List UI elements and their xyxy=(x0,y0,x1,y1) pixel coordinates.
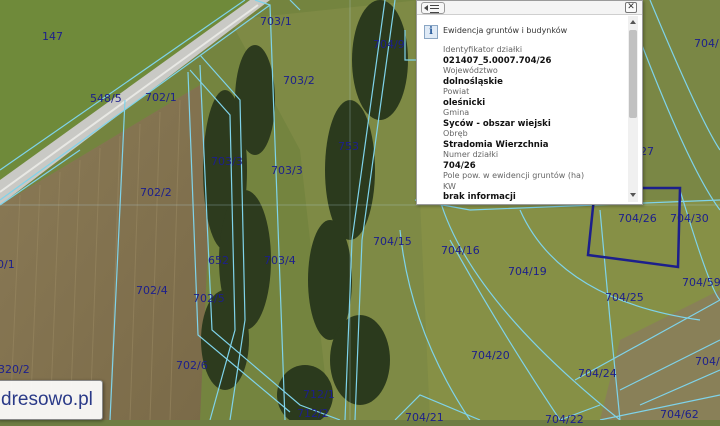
parcel-label-edge-0-1: 0/1 xyxy=(0,258,15,271)
field-value: dolnośląskie xyxy=(443,76,503,87)
field-value: Syców - obszar wiejski xyxy=(443,118,551,129)
parcel-label-753: 753 xyxy=(338,140,359,153)
parcel-label-702-6: 702/6 xyxy=(176,359,208,372)
field-label: Gmina xyxy=(443,108,470,117)
parcel-label-703-1: 703/1 xyxy=(260,15,292,28)
parcel-label-702-5: 702/5 xyxy=(193,292,225,305)
popup-scrollbar[interactable] xyxy=(628,16,638,202)
parcel-label-704-26: 704/26 xyxy=(618,212,657,225)
field-label: Identyfikator działki xyxy=(443,45,523,54)
parcel-label-703-2: 703/2 xyxy=(283,74,315,87)
field-label: Powiat xyxy=(443,87,470,96)
field-label: Pole pow. w ewidencji gruntów (ha) xyxy=(443,171,585,180)
parcel-label-edge-20-2: 320/2 xyxy=(0,363,30,376)
parcel-label-703-3-left: 703/3 xyxy=(211,155,243,168)
popup-toolbar: ✕ xyxy=(417,1,642,15)
parcel-label-704-24: 704/24 xyxy=(578,367,617,380)
info-icon: i xyxy=(424,25,438,39)
field-value: brak informacji xyxy=(443,192,516,202)
parcel-label-702-1: 702/1 xyxy=(145,91,177,104)
parcel-label-702-4: 702/4 xyxy=(136,284,168,297)
scroll-thumb[interactable] xyxy=(629,30,637,118)
parcel-label-704-20: 704/20 xyxy=(471,349,510,362)
back-arrow-icon xyxy=(424,5,428,11)
parcel-label-652: 652 xyxy=(208,254,229,267)
parcel-label-703-4: 703/4 xyxy=(264,254,296,267)
parcel-label-edge-704-b: 704/ xyxy=(695,355,720,368)
popup-menu-button[interactable] xyxy=(421,2,445,14)
parcel-label-147: 147 xyxy=(42,30,63,43)
parcel-label-548-5: 548/5 xyxy=(90,92,122,105)
popup-body: Identyfikator działki 021407_5.0007.704/2… xyxy=(443,45,628,203)
parcel-info-popup: ✕ i Ewidencja gruntów i budynków Identyf… xyxy=(416,0,643,205)
close-icon[interactable]: ✕ xyxy=(625,2,637,13)
parcel-label-704-30: 704/30 xyxy=(670,212,709,225)
field-label: Grupa rejestrowa xyxy=(443,203,628,204)
parcel-label-704-59: 704/59 xyxy=(682,276,720,289)
parcel-label-704-16: 704/16 xyxy=(441,244,480,257)
parcel-label-704-9: 704/9 xyxy=(373,38,405,51)
scroll-down-arrow-icon[interactable] xyxy=(630,193,636,197)
parcel-label-702-2: 702/2 xyxy=(140,186,172,199)
field-label: Numer działki xyxy=(443,150,499,159)
list-icon xyxy=(430,5,439,13)
parcel-label-704-19: 704/19 xyxy=(508,265,547,278)
meadow-northeast xyxy=(640,0,720,200)
parcel-label-712-1: 712/1 xyxy=(303,388,335,401)
parcel-label-704-15: 704/15 xyxy=(373,235,412,248)
parcel-label-edge-704: 704/ xyxy=(694,37,719,50)
parcel-label-704-62: 704/62 xyxy=(660,408,699,421)
field-label: Obręb xyxy=(443,129,468,138)
field-value: 704/26 xyxy=(443,160,476,171)
parcel-label-704-25: 704/25 xyxy=(605,291,644,304)
field-label: KW xyxy=(443,181,456,191)
popup-title: Ewidencja gruntów i budynków xyxy=(443,26,568,35)
field-value: oleśnicki xyxy=(443,97,486,108)
parcel-label-703-3: 703/3 xyxy=(271,164,303,177)
field-value: 021407_5.0007.704/26 xyxy=(443,55,552,66)
parcel-label-712-2: 712/2 xyxy=(297,407,329,420)
watermark-logo: dresowo.pl xyxy=(0,380,103,420)
parcel-label-704-21: 704/21 xyxy=(405,411,444,424)
field-value: Stradomia Wierzchnia xyxy=(443,139,549,150)
field-label: Województwo xyxy=(443,66,498,75)
scroll-up-arrow-icon[interactable] xyxy=(630,20,636,24)
